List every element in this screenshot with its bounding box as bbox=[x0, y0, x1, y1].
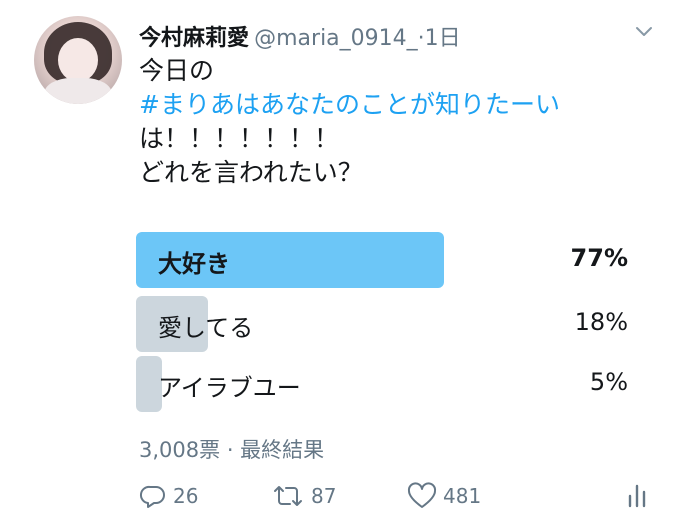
analytics-button[interactable] bbox=[625, 482, 655, 510]
tweet-line: 今日の bbox=[139, 56, 215, 85]
tweet-text: 今日の #まりあはあなたのことが知りたーい は！！！！！！！ どれを言われたい？ bbox=[139, 54, 659, 190]
retweet-count: 87 bbox=[311, 484, 337, 508]
tweet-line: どれを言われたい？ bbox=[139, 158, 363, 187]
heart-icon bbox=[407, 482, 437, 508]
separator-dot: · bbox=[417, 26, 425, 51]
separator-dot: · bbox=[226, 438, 241, 462]
reply-count: 26 bbox=[173, 484, 199, 508]
avatar-face bbox=[58, 38, 98, 82]
poll-option-label: アイラブユー bbox=[158, 374, 301, 402]
poll-option: 愛してる 18% bbox=[136, 296, 636, 352]
poll-option-label: 大好き bbox=[158, 250, 230, 278]
like-button[interactable]: 481 bbox=[407, 482, 481, 510]
hashtag-link[interactable]: #まりあはあなたのことが知りたーい bbox=[139, 88, 659, 122]
tweet-actions: 26 87 481 bbox=[139, 480, 659, 520]
author-handle[interactable]: @maria_0914_ bbox=[254, 26, 418, 51]
tweet-time[interactable]: 1日 bbox=[425, 26, 461, 51]
retweet-icon bbox=[274, 486, 302, 506]
poll-option-percent: 77% bbox=[570, 244, 628, 272]
poll-option: 大好き 77% bbox=[136, 232, 636, 288]
chevron-down-icon[interactable] bbox=[633, 20, 655, 42]
like-count: 481 bbox=[443, 484, 482, 508]
retweet-button[interactable]: 87 bbox=[271, 482, 336, 510]
poll-option-label: 愛してる bbox=[158, 314, 254, 342]
reply-button[interactable]: 26 bbox=[139, 482, 198, 510]
poll-status: 最終結果 bbox=[240, 438, 325, 462]
vote-count: 3,008票 bbox=[139, 438, 221, 462]
tweet-header: 今村麻莉愛 @maria_0914_·1日 bbox=[139, 20, 461, 51]
poll-option: アイラブユー 5% bbox=[136, 356, 636, 412]
poll-option-percent: 5% bbox=[589, 368, 628, 396]
avatar-body bbox=[44, 78, 112, 104]
reply-icon bbox=[139, 485, 165, 508]
analytics-icon bbox=[628, 484, 646, 508]
tweet-line: は！！！！！！！ bbox=[139, 124, 340, 153]
poll-result: 3,008票 · 最終結果 bbox=[139, 434, 324, 464]
poll-option-percent: 18% bbox=[574, 308, 628, 336]
author-name[interactable]: 今村麻莉愛 bbox=[139, 26, 249, 51]
avatar[interactable] bbox=[34, 16, 122, 104]
